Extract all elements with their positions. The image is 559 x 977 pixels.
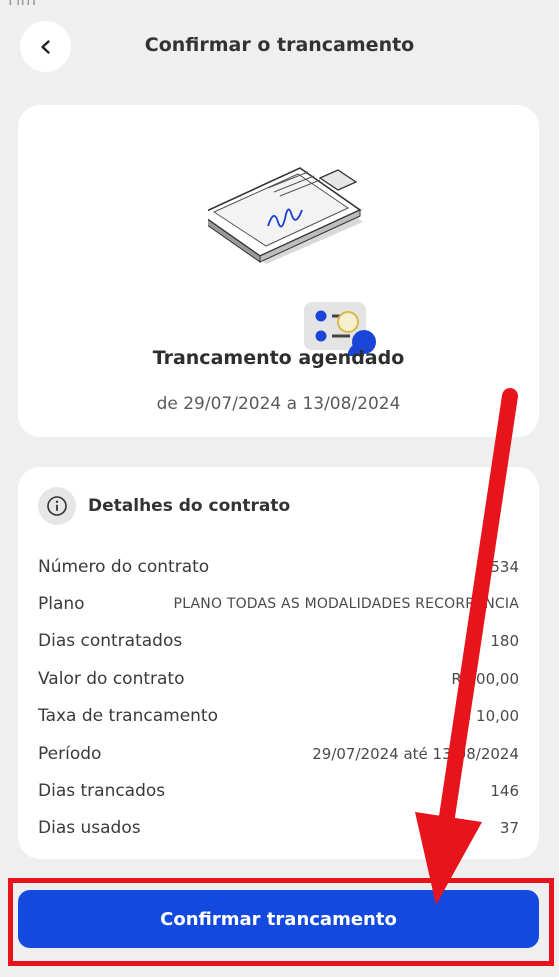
details-header: Detalhes do contrato bbox=[38, 487, 290, 525]
row-value: 37 bbox=[499, 819, 519, 838]
status-card: Trancamento agendado de 29/07/2024 a 13/… bbox=[18, 105, 539, 437]
status-dates: de 29/07/2024 a 13/08/2024 bbox=[156, 394, 401, 414]
details-rows: Número do contrato 534 Plano PLANO TODAS… bbox=[38, 548, 519, 847]
row-period: Período 29/07/2024 até 13/08/2024 bbox=[38, 735, 519, 772]
row-value: R$ 00,00 bbox=[451, 669, 519, 688]
row-label: Dias contratados bbox=[38, 631, 183, 652]
row-contracted-days: Dias contratados 180 bbox=[38, 623, 519, 660]
row-label: Dias trancados bbox=[38, 781, 166, 802]
row-locked-days: Dias trancados 146 bbox=[38, 772, 519, 809]
row-label: Período bbox=[38, 743, 102, 764]
confirm-lock-button[interactable]: Confirmar trancamento bbox=[18, 890, 539, 948]
page-title: Confirmar o trancamento bbox=[144, 34, 415, 56]
info-icon bbox=[47, 496, 67, 516]
row-plan: Plano PLANO TODAS AS MODALIDADES RECORRE… bbox=[38, 585, 519, 622]
row-contract-number: Número do contrato 534 bbox=[38, 548, 519, 585]
row-label: Valor do contrato bbox=[38, 668, 185, 689]
info-icon-container bbox=[38, 487, 76, 525]
row-value: PLANO TODAS AS MODALIDADES RECORRENCIA bbox=[173, 596, 519, 613]
row-contract-value: Valor do contrato R$ 00,00 bbox=[38, 660, 519, 697]
row-value: 534 bbox=[490, 557, 519, 576]
status-title: Trancamento agendado bbox=[152, 347, 405, 369]
details-title: Detalhes do contrato bbox=[88, 496, 291, 516]
clipboard-signature-illustration bbox=[208, 167, 376, 356]
row-value: 146 bbox=[490, 782, 519, 801]
header: Confirmar o trancamento bbox=[0, 20, 559, 74]
row-lock-fee: Taxa de trancamento $ 10,00 bbox=[38, 698, 519, 735]
row-value: $ 10,00 bbox=[461, 707, 519, 726]
row-label: Número do contrato bbox=[38, 556, 210, 577]
row-label: Taxa de trancamento bbox=[38, 706, 218, 727]
row-used-days: Dias usados 37 bbox=[38, 810, 519, 847]
row-label: Dias usados bbox=[38, 818, 141, 839]
row-label: Plano bbox=[38, 594, 85, 615]
contract-details-card: Detalhes do contrato Número do contrato … bbox=[18, 467, 539, 859]
top-cut-text: Fim bbox=[8, 0, 36, 9]
row-value: 29/07/2024 até 13/08/2024 bbox=[312, 744, 519, 763]
row-value: 180 bbox=[490, 632, 519, 651]
